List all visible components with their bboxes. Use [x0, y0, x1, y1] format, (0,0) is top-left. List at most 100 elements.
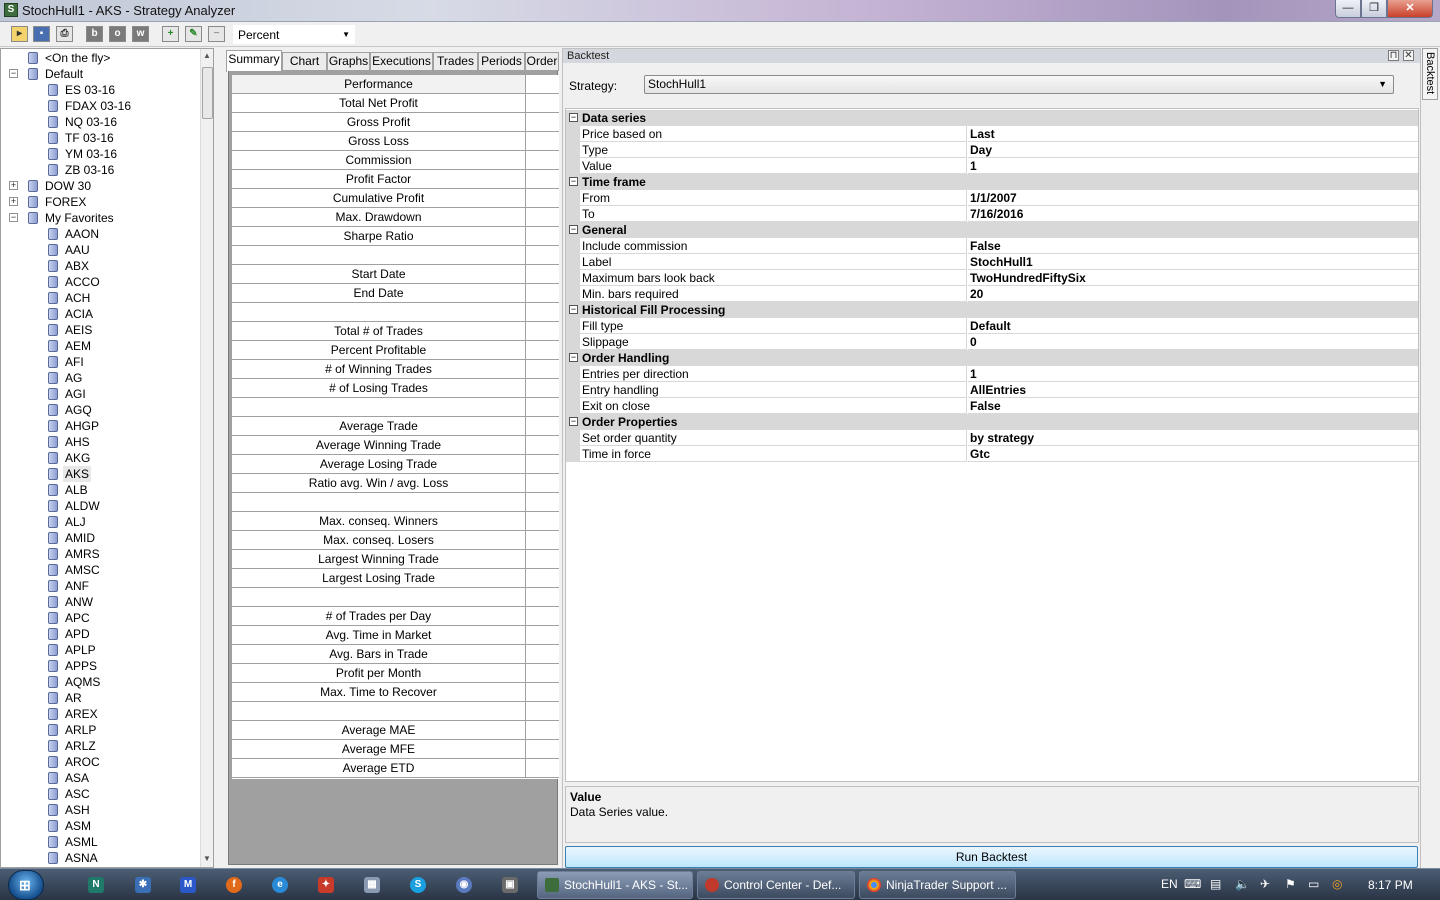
tab-orders[interactable]: Order — [525, 52, 559, 71]
tree-item[interactable]: ALB — [1, 482, 199, 498]
grid-property-value[interactable]: TwoHundredFiftySix — [968, 270, 1418, 286]
tree-item[interactable]: AMID — [1, 530, 199, 546]
grid-property-row[interactable]: Min. bars required 20 — [566, 286, 1418, 302]
media-icon[interactable]: ◉ — [456, 877, 472, 893]
tree-item[interactable]: ALJ — [1, 514, 199, 530]
app-window-icon[interactable]: ▣ — [502, 877, 518, 893]
collapse-icon[interactable]: − — [569, 353, 578, 362]
grid-property-row[interactable]: Slippage 0 — [566, 334, 1418, 350]
tree-item[interactable]: YM 03-16 — [1, 146, 199, 162]
tree-item[interactable]: AREX — [1, 706, 199, 722]
grid-property-row[interactable]: From 1/1/2007 — [566, 190, 1418, 206]
task-chrome-support[interactable]: NinjaTrader Support ... — [859, 871, 1016, 899]
skype-icon[interactable]: S — [410, 877, 426, 893]
tree-item[interactable]: − My Favorites — [1, 210, 199, 226]
remove-icon[interactable]: − — [208, 26, 225, 42]
tab-executions[interactable]: Executions — [370, 52, 433, 71]
tree-item[interactable]: ASM — [1, 818, 199, 834]
tree-item[interactable]: ANF — [1, 578, 199, 594]
update-icon[interactable]: ◎ — [1332, 877, 1342, 891]
grid-property-row[interactable]: Price based on Last — [566, 126, 1418, 142]
tree-item[interactable]: APLP — [1, 642, 199, 658]
grid-property-row[interactable]: Exit on close False — [566, 398, 1418, 414]
grid-property-value[interactable]: False — [968, 398, 1418, 414]
grid-category[interactable]: − General — [566, 222, 1418, 238]
tree-item[interactable]: NQ 03-16 — [1, 114, 199, 130]
tree-item[interactable]: FDAX 03-16 — [1, 98, 199, 114]
grid-property-row[interactable]: Maximum bars look back TwoHundredFiftySix — [566, 270, 1418, 286]
expand-icon[interactable]: + — [9, 181, 18, 190]
tree-item[interactable]: ABX — [1, 258, 199, 274]
tree-item[interactable]: AMRS — [1, 546, 199, 562]
tab-graphs[interactable]: Graphs — [327, 52, 370, 71]
tree-item[interactable]: ASH — [1, 802, 199, 818]
language-indicator[interactable]: EN — [1161, 877, 1178, 891]
tools-icon[interactable]: ✦ — [318, 877, 334, 893]
grid-property-value[interactable]: Day — [968, 142, 1418, 158]
tree-item[interactable]: ES 03-16 — [1, 82, 199, 98]
tree-item[interactable]: ACCO — [1, 274, 199, 290]
network-tray-icon[interactable]: ✈ — [1260, 877, 1270, 891]
tree-item[interactable]: AR — [1, 690, 199, 706]
strategy-select[interactable]: StochHull1 ▼ — [644, 75, 1394, 94]
grid-property-row[interactable]: Type Day — [566, 142, 1418, 158]
grid-category[interactable]: − Order Handling — [566, 350, 1418, 366]
tree-item[interactable]: ALDW — [1, 498, 199, 514]
grid-property-value[interactable]: 1 — [968, 158, 1418, 174]
tree-item[interactable]: − Default — [1, 66, 199, 82]
collapse-icon[interactable]: − — [569, 177, 578, 186]
malwarebytes-icon[interactable]: M — [180, 877, 196, 893]
grid-property-value[interactable]: Gtc — [968, 446, 1418, 462]
tab-periods[interactable]: Periods — [478, 52, 525, 71]
tree-item[interactable]: <On the fly> — [1, 50, 199, 66]
close-button[interactable]: ✕ — [1387, 0, 1433, 18]
tab-chart[interactable]: Chart — [282, 52, 327, 71]
tree-item[interactable]: ANW — [1, 594, 199, 610]
template-w-icon[interactable]: w — [132, 26, 149, 42]
tree-item[interactable]: ASC — [1, 786, 199, 802]
grid-property-value[interactable]: AllEntries — [968, 382, 1418, 398]
grid-property-row[interactable]: To 7/16/2016 — [566, 206, 1418, 222]
tree-item[interactable]: AHS — [1, 434, 199, 450]
grid-property-value[interactable]: Default — [968, 318, 1418, 334]
close-icon[interactable]: ✕ — [1403, 50, 1414, 61]
internet-explorer-icon[interactable]: e — [272, 877, 288, 893]
tree-item[interactable]: ARLP — [1, 722, 199, 738]
tree-item[interactable]: + FOREX — [1, 194, 199, 210]
tree-item[interactable]: APD — [1, 626, 199, 642]
ninjatrader-icon[interactable]: N — [88, 877, 104, 893]
tree-item[interactable]: ACH — [1, 290, 199, 306]
pin-icon[interactable]: ⊓ — [1388, 50, 1399, 61]
grid-category[interactable]: − Data series — [566, 110, 1418, 126]
grid-category[interactable]: − Order Properties — [566, 414, 1418, 430]
start-button[interactable]: ⊞ — [8, 870, 44, 900]
tree-scrollbar[interactable]: ▲ ▼ — [200, 49, 213, 867]
tree-item[interactable]: ASNA — [1, 850, 199, 866]
collapse-icon[interactable]: − — [569, 225, 578, 234]
tree-item[interactable]: APC — [1, 610, 199, 626]
tree-item[interactable]: ACIA — [1, 306, 199, 322]
collapse-icon[interactable]: − — [569, 113, 578, 122]
flag-icon[interactable]: ⚑ — [1285, 877, 1296, 891]
tree-item[interactable]: TF 03-16 — [1, 130, 199, 146]
scrollbar-thumb[interactable] — [202, 67, 213, 119]
task-strategy-analyzer[interactable]: StochHull1 - AKS - St... — [537, 871, 693, 899]
tab-trades[interactable]: Trades — [433, 52, 478, 71]
firefox-icon[interactable]: f — [226, 877, 242, 893]
grid-property-value[interactable]: False — [968, 238, 1418, 254]
tree-item[interactable]: AROC — [1, 754, 199, 770]
tree-item[interactable]: AFI — [1, 354, 199, 370]
calculator-icon[interactable]: ▦ — [364, 877, 380, 893]
collapse-icon[interactable]: − — [9, 213, 18, 222]
tree-item[interactable]: + DOW 30 — [1, 178, 199, 194]
tree-item[interactable]: AKS — [1, 466, 199, 482]
tree-item[interactable]: AKG — [1, 450, 199, 466]
tree-item[interactable]: AAON — [1, 226, 199, 242]
grid-property-row[interactable]: Label StochHull1 — [566, 254, 1418, 270]
grid-property-value[interactable]: 1/1/2007 — [968, 190, 1418, 206]
collapse-icon[interactable]: − — [9, 69, 18, 78]
grid-category[interactable]: − Time frame — [566, 174, 1418, 190]
open-folder-icon[interactable]: ▸ — [11, 26, 28, 42]
sound-app-icon[interactable]: ▤ — [1210, 877, 1221, 891]
display-unit-select[interactable]: Percent ▼ — [233, 25, 355, 44]
